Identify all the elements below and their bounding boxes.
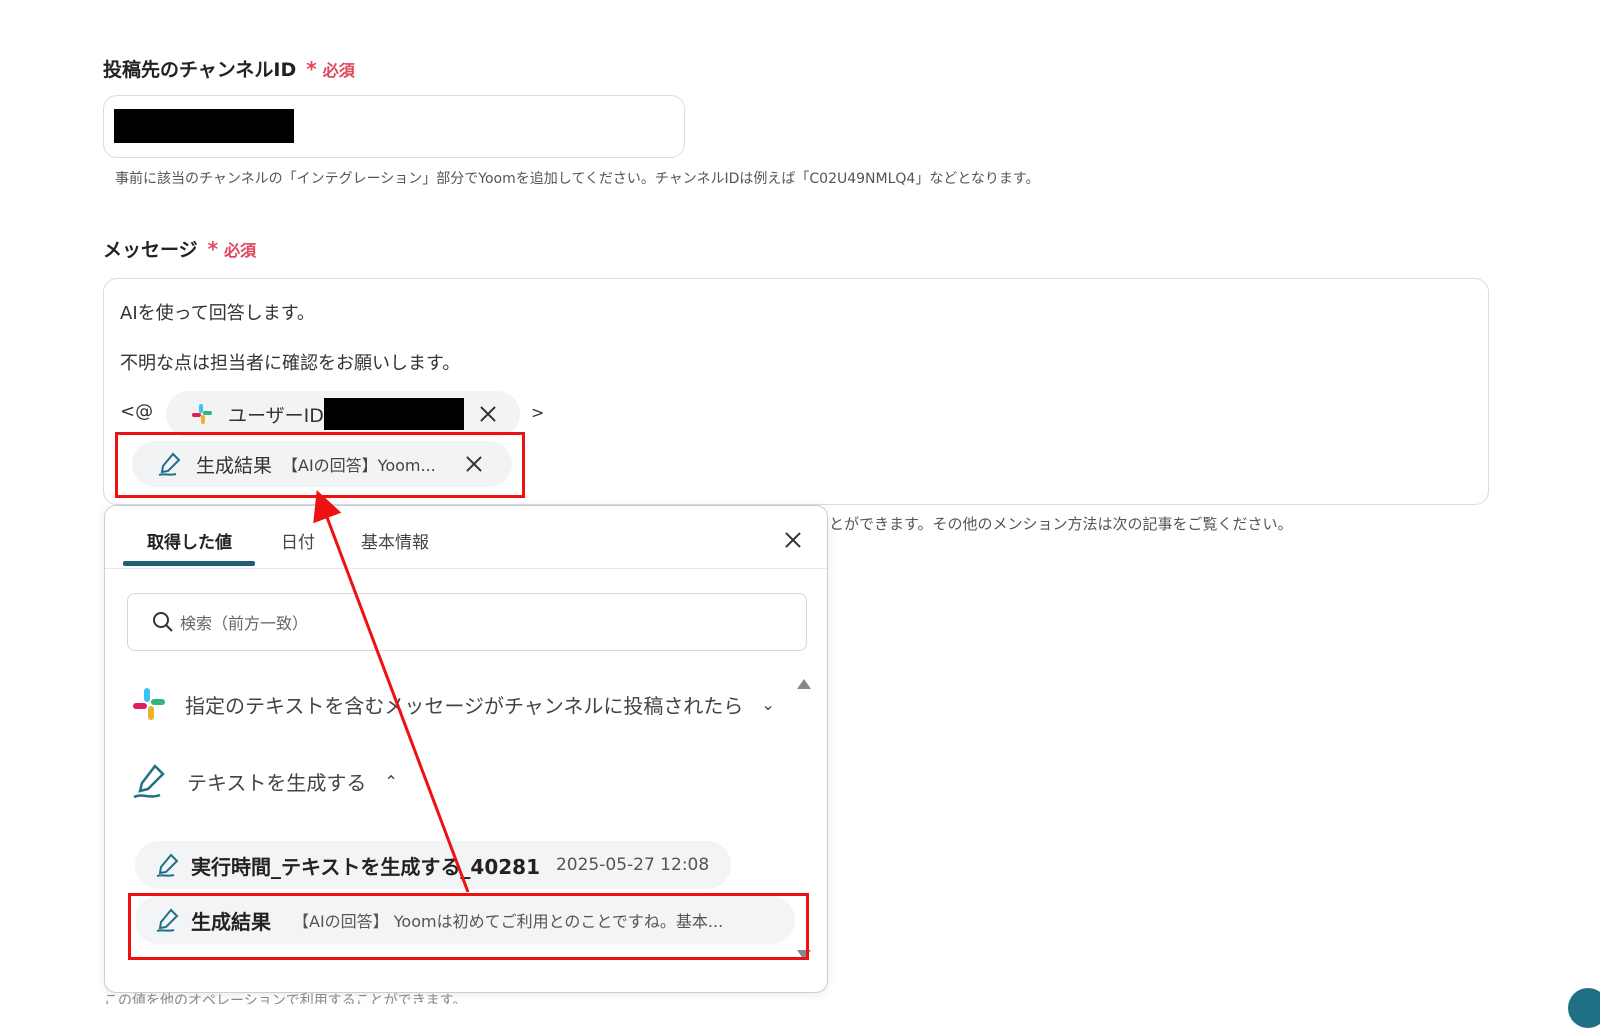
help-fab[interactable] <box>1568 988 1600 1028</box>
annotation-arrow <box>313 489 470 893</box>
